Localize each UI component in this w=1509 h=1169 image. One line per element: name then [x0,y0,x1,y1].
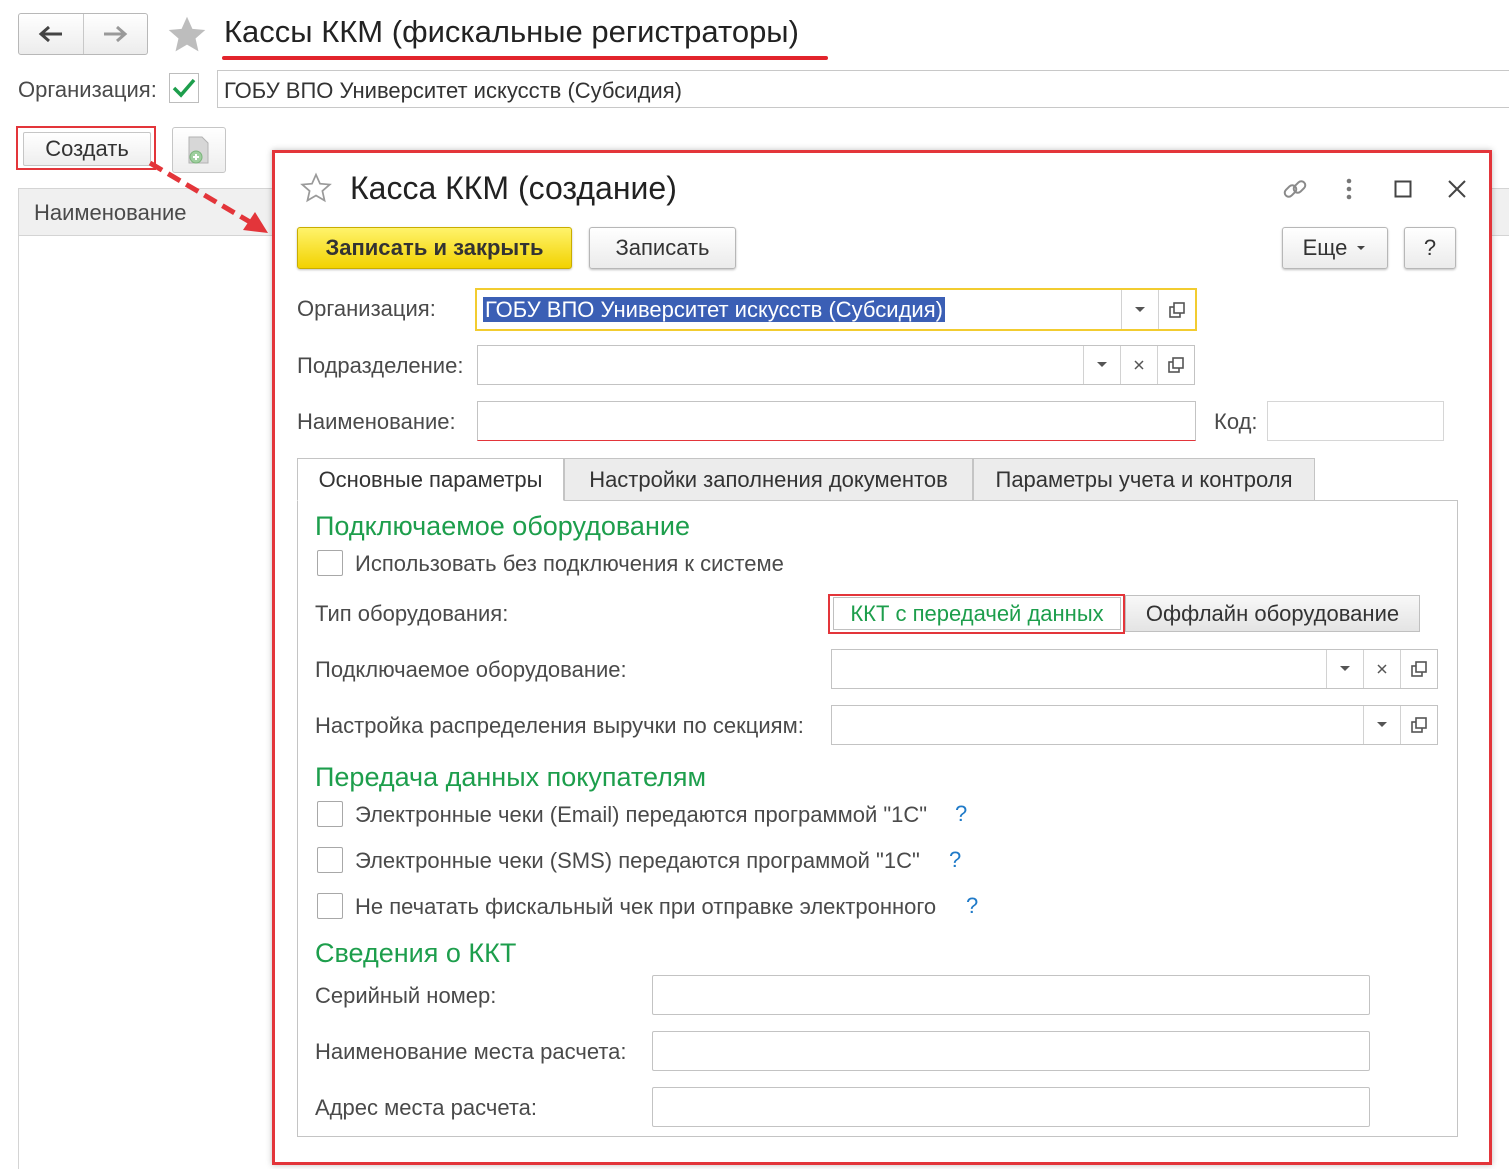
email-checks-help[interactable]: ? [955,801,967,827]
annotation-arrow [148,160,268,233]
equipment-type-offline-option[interactable]: Оффлайн оборудование [1125,595,1420,632]
tab-document-settings[interactable]: Настройки заполнения документов [564,458,973,501]
help-button[interactable]: ? [1404,227,1456,269]
subdivision-dropdown-button[interactable] [1083,346,1120,384]
place-name-label: Наименование места расчета: [315,1039,627,1064]
title-underline [222,56,828,60]
code-value [1268,402,1443,440]
subdivision-field[interactable] [477,345,1195,385]
save-and-close-button[interactable]: Записать и закрыть [297,227,572,269]
distribution-open-button[interactable] [1400,706,1437,744]
link-icon [1283,180,1307,198]
link-button[interactable] [1280,174,1310,204]
subdivision-clear-button[interactable] [1120,346,1157,384]
serial-number-field[interactable] [652,975,1370,1015]
more-menu-button[interactable]: Еще [1282,227,1388,269]
no-print-help[interactable]: ? [966,893,978,919]
maximize-icon [1394,180,1412,198]
section-kkt-heading: Сведения о ККТ [315,938,517,968]
revenue-distribution-field[interactable] [831,705,1438,745]
section-customers-heading: Передача данных покупателям [315,762,707,792]
serial-number-label: Серийный номер: [315,983,497,1008]
connected-equipment-value [832,650,1326,688]
name-value [478,402,1195,440]
subdivision-open-button[interactable] [1157,346,1194,384]
org-label: Организация: [297,296,436,321]
code-label: Код: [1214,409,1258,434]
equipment-dropdown-button[interactable] [1326,650,1363,688]
dropdown-icon [1340,666,1350,671]
no-print-checkbox[interactable] [317,893,343,919]
maximize-button[interactable] [1388,174,1418,204]
star-icon[interactable] [300,172,332,204]
open-icon [1168,357,1184,373]
connected-equipment-field[interactable] [831,649,1438,689]
tab-accounting-parameters[interactable]: Параметры учета и контроля [973,458,1315,501]
connected-equipment-label: Подключаемое оборудование: [315,657,627,682]
dropdown-icon [1377,722,1387,727]
place-address-field[interactable] [652,1087,1370,1127]
tab-main-parameters[interactable]: Основные параметры [297,458,564,501]
sms-checks-help[interactable]: ? [949,847,961,873]
place-name-field[interactable] [652,1031,1370,1071]
more-actions-button[interactable] [1334,174,1364,204]
dropdown-icon [1357,246,1366,250]
name-label: Наименование: [297,409,456,434]
place-address-label: Адрес места расчета: [315,1095,537,1120]
dropdown-icon [1097,362,1107,367]
org-dropdown-button[interactable] [1121,290,1158,329]
open-icon [1169,301,1185,318]
clear-icon [1134,360,1144,370]
equipment-type-label: Тип оборудования: [315,601,509,626]
org-field[interactable]: ГОБУ ВПО Университет искусств (Субсидия) [475,288,1197,331]
code-field[interactable] [1267,401,1444,441]
dropdown-icon [1135,306,1145,312]
email-checks-label: Электронные чеки (Email) передаются прог… [355,802,928,827]
save-button[interactable]: Записать [589,227,736,269]
revenue-distribution-label: Настройка распределения выручки по секци… [315,713,804,738]
open-icon [1411,661,1427,677]
use-without-connection-checkbox[interactable] [317,550,343,576]
subdivision-label: Подразделение: [297,353,464,378]
page-title: Кассы ККМ (фискальные регистраторы) [224,14,799,49]
equipment-open-button[interactable] [1400,650,1437,688]
more-menu-label: Еще [1302,235,1348,260]
equipment-type-kkt-option[interactable]: ККТ с передачей данных [833,597,1121,630]
use-without-connection-label: Использовать без подключения к системе [355,551,784,576]
revenue-distribution-value [832,706,1363,744]
email-checks-checkbox[interactable] [317,801,343,827]
close-icon [1448,180,1466,198]
close-button[interactable] [1442,174,1472,204]
distribution-dropdown-button[interactable] [1363,706,1400,744]
org-filter-field[interactable]: ГОБУ ВПО Университет искусств (Субсидия) [217,70,1509,108]
no-print-label: Не печатать фискальный чек при отправке … [355,894,937,919]
subdivision-value [478,346,1083,384]
section-equipment-heading: Подключаемое оборудование [315,511,690,541]
more-vert-icon [1346,178,1352,200]
open-icon [1411,717,1427,733]
equipment-clear-button[interactable] [1363,650,1400,688]
dialog-title: Касса ККМ (создание) [350,170,677,206]
org-value: ГОБУ ВПО Университет искусств (Субсидия) [483,297,945,322]
sms-checks-label: Электронные чеки (SMS) передаются програ… [355,848,920,873]
name-field[interactable] [477,401,1196,441]
org-open-button[interactable] [1158,290,1195,329]
sms-checks-checkbox[interactable] [317,847,343,873]
clear-icon [1377,664,1387,674]
